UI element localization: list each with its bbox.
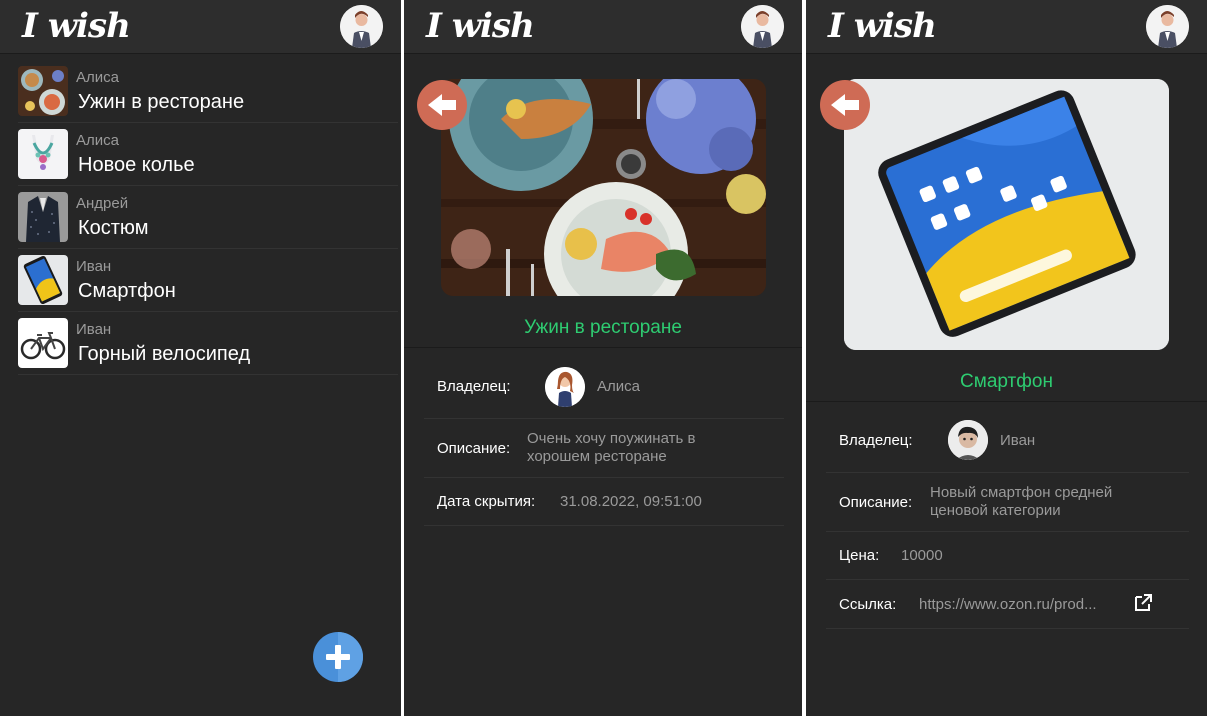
- description-label: Описание:: [839, 494, 913, 511]
- owner-row: Владелец: Алиса: [424, 358, 784, 419]
- hide-date-label: Дата скрытия:: [437, 493, 536, 510]
- list-item[interactable]: Иван Горный велосипед: [18, 315, 398, 375]
- wish-photo: [441, 79, 766, 296]
- wish-detail-dinner-screen: I wish Ужин в ресторане Владелец: Алиса …: [404, 0, 802, 716]
- back-button[interactable]: [417, 80, 467, 130]
- link-value[interactable]: https://www.ozon.ru/prod...: [919, 596, 1119, 614]
- price-value: 10000: [901, 547, 943, 564]
- wish-title: Смартфон: [960, 371, 1053, 392]
- link-row: Ссылка: https://www.ozon.ru/prod...: [826, 580, 1189, 629]
- divider: [806, 401, 1207, 402]
- wish-detail-smartphone-screen: I wish Смартфон Владелец: Иван Описание:…: [806, 0, 1207, 716]
- item-owner: Алиса: [76, 132, 119, 149]
- wish-list-screen: I wish Алиса Ужин в ресторане Алиса Ново…: [0, 0, 401, 716]
- item-title: Костюм: [78, 217, 149, 239]
- list-item[interactable]: Иван Смартфон: [18, 252, 398, 312]
- owner-row: Владелец: Иван: [826, 412, 1189, 473]
- app-logo: I wish: [828, 6, 937, 46]
- wish-photo: [844, 79, 1169, 350]
- back-button[interactable]: [820, 80, 870, 130]
- list-item[interactable]: Алиса Ужин в ресторане: [18, 63, 398, 123]
- owner-label: Владелец:: [437, 378, 511, 395]
- app-header: I wish: [0, 0, 401, 54]
- item-owner: Иван: [76, 321, 112, 338]
- hide-date-row: Дата скрытия: 31.08.2022, 09:51:00: [424, 478, 784, 526]
- food-thumbnail: [18, 66, 68, 116]
- owner-label: Владелец:: [839, 432, 913, 449]
- description-line-2: хорошем ресторане: [527, 448, 667, 465]
- item-title: Ужин в ресторане: [78, 91, 245, 113]
- user-avatar[interactable]: [741, 5, 784, 48]
- arrow-left-icon: [831, 94, 859, 116]
- price-row: Цена: 10000: [826, 532, 1189, 580]
- app-header: I wish: [806, 0, 1207, 54]
- smartphone-thumbnail: [18, 255, 68, 305]
- external-link-icon[interactable]: [1133, 593, 1153, 613]
- owner-name: Иван: [1000, 432, 1036, 449]
- wish-title: Ужин в ресторане: [524, 317, 682, 338]
- app-header: I wish: [404, 0, 802, 54]
- description-line-1: Очень хочу поужинать в: [527, 430, 696, 447]
- arrow-left-icon: [428, 94, 456, 116]
- price-label: Цена:: [839, 547, 880, 564]
- description-line-1: Новый смартфон средней: [930, 484, 1113, 501]
- add-wish-button[interactable]: [313, 632, 363, 682]
- description-row: Описание: Новый смартфон средней ценовой…: [826, 473, 1189, 532]
- item-title: Горный велосипед: [78, 343, 251, 365]
- owner-name: Алиса: [597, 378, 640, 395]
- description-line-2: ценовой категории: [930, 502, 1061, 519]
- link-label: Ссылка:: [839, 596, 897, 613]
- app-logo: I wish: [22, 6, 131, 46]
- user-avatar[interactable]: [1146, 5, 1189, 48]
- list-item[interactable]: Андрей Костюм: [18, 189, 398, 249]
- item-owner: Иван: [76, 258, 112, 275]
- user-avatar[interactable]: [340, 5, 383, 48]
- app-logo: I wish: [426, 6, 535, 46]
- item-owner: Алиса: [76, 69, 119, 86]
- owner-avatar[interactable]: [545, 367, 585, 407]
- list-item[interactable]: Алиса Новое колье: [18, 126, 398, 186]
- description-row: Описание: Очень хочу поужинать в хорошем…: [424, 419, 784, 478]
- bicycle-thumbnail: [18, 318, 68, 368]
- suit-thumbnail: [18, 192, 68, 242]
- divider: [404, 347, 802, 348]
- necklace-thumbnail: [18, 129, 68, 179]
- hide-date-value: 31.08.2022, 09:51:00: [560, 493, 702, 510]
- item-title: Смартфон: [78, 280, 176, 302]
- description-label: Описание:: [437, 440, 511, 457]
- owner-avatar[interactable]: [948, 420, 988, 460]
- item-owner: Андрей: [76, 195, 129, 212]
- item-title: Новое колье: [78, 154, 195, 176]
- plus-icon-stroke: [335, 645, 341, 669]
